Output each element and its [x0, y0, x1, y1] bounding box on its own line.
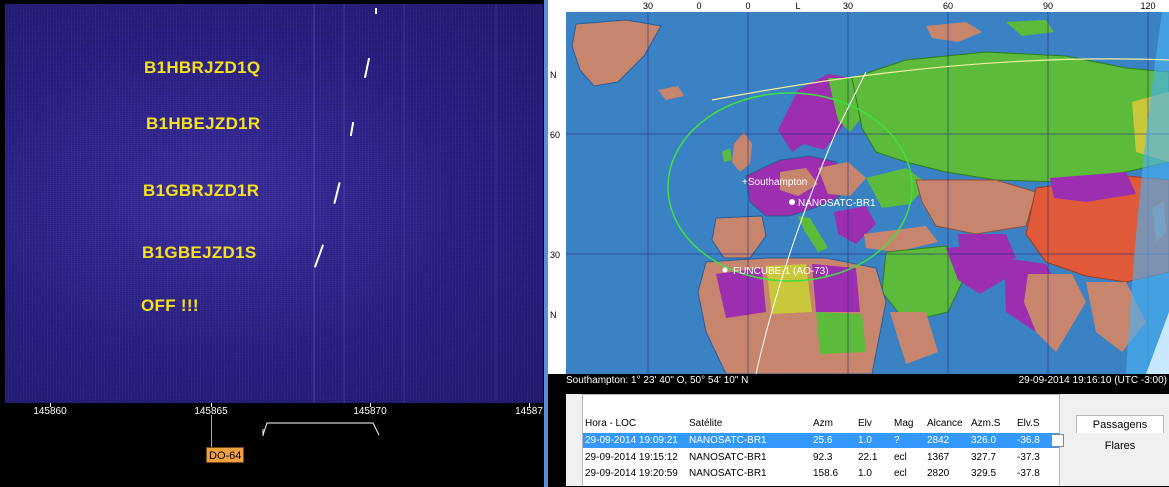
- column-header-satelite[interactable]: Satélite: [689, 416, 722, 431]
- cell-azm-s: 327.7: [971, 452, 997, 463]
- longitude-label: 30: [642, 1, 654, 11]
- observer-location-label: +Southampton: [742, 177, 807, 188]
- waterfall-display[interactable]: B1HBRJZD1Q B1HBEJZD1R B1GBRJZD1R B1GBEJZ…: [5, 4, 543, 403]
- cell-satelite: NANOSATC-BR1: [689, 468, 767, 479]
- cell-hora: 29-09-2014 19:15:12: [585, 452, 678, 463]
- latitude-label: N: [550, 70, 557, 80]
- longitude-label: 90: [1042, 1, 1054, 11]
- map-status-bar: Southampton: 1° 23' 40" O, 50° 54' 10" N…: [566, 374, 1169, 388]
- longitude-label: 0: [696, 1, 702, 11]
- latitude-label: 60: [550, 130, 561, 140]
- doppler-trace-segment: [349, 121, 355, 137]
- waterfall-carrier-line: [403, 4, 405, 403]
- freq-tick-label: 14587: [515, 406, 543, 417]
- row-select-checkbox[interactable]: [1051, 434, 1064, 447]
- satellite-tracker-panel: 30 0 0 L 30 60 90 120 N 60 30 N +Southam…: [548, 0, 1169, 487]
- decoded-callsign-label: B1GBRJZD1R: [143, 181, 260, 200]
- longitude-label: 120: [1140, 1, 1156, 11]
- column-header-azm[interactable]: Azm: [813, 416, 833, 431]
- column-header-azm-s[interactable]: Azm.S: [971, 416, 1000, 431]
- longitude-label: L: [795, 1, 801, 11]
- doppler-trace-segment: [333, 182, 341, 204]
- cell-alcance: 2820: [927, 468, 950, 479]
- column-header-elv-s[interactable]: Elv.S: [1017, 416, 1040, 431]
- freq-tick-label: 145860: [33, 406, 67, 417]
- decoded-callsign-label: B1GBEJZD1S: [142, 243, 257, 262]
- tuning-marker-label[interactable]: DO-64: [206, 447, 245, 463]
- table-header-row: Hora - LOC Satélite Azm Elv Mag Alcance …: [583, 416, 1059, 431]
- column-header-alcance[interactable]: Alcance: [927, 416, 963, 431]
- longitude-scale: 30 0 0 L 30 60 90 120: [548, 0, 1169, 12]
- doppler-trace-segment: [313, 244, 325, 268]
- decoded-callsign-label: B1HBRJZD1Q: [144, 58, 261, 77]
- column-header-hora[interactable]: Hora - LOC: [585, 416, 636, 431]
- latitude-scale: N 60 30 N: [548, 12, 566, 374]
- column-header-mag[interactable]: Mag: [894, 416, 913, 431]
- cell-azm-s: 326.0: [971, 435, 997, 446]
- waterfall-carrier-line: [313, 4, 315, 403]
- off-label: OFF !!!: [141, 296, 199, 315]
- cell-azm: 92.3: [813, 452, 833, 463]
- cell-mag: ?: [894, 435, 900, 446]
- cell-mag: ecl: [894, 468, 907, 479]
- latitude-label: 30: [550, 250, 561, 260]
- sdr-waterfall-panel: B1HBRJZD1Q B1HBEJZD1R B1GBRJZD1R B1GBEJZ…: [0, 0, 544, 487]
- passes-table[interactable]: Hora - LOC Satélite Azm Elv Mag Alcance …: [582, 394, 1064, 487]
- cell-satelite: NANOSATC-BR1: [689, 435, 767, 446]
- doppler-trace-segment: [363, 58, 371, 78]
- cell-azm: 158.6: [813, 468, 839, 479]
- cell-azm: 25.6: [813, 435, 833, 446]
- observer-coordinates: Southampton: 1° 23' 40" O, 50° 54' 10" N: [566, 375, 749, 386]
- cell-alcance: 1367: [927, 452, 950, 463]
- table-row[interactable]: 29-09-2014 19:09:21 NANOSATC-BR1 25.6 1.…: [583, 433, 1059, 448]
- world-map[interactable]: +Southampton NANOSATC-BR1 FUNCUBE-1 (AO-…: [566, 12, 1169, 374]
- cell-hora: 29-09-2014 19:20:59: [585, 468, 678, 479]
- longitude-label: 0: [745, 1, 751, 11]
- satellite-marker[interactable]: [789, 199, 795, 205]
- cell-alcance: 2842: [927, 435, 950, 446]
- latitude-label: N: [550, 310, 557, 320]
- satellite-marker[interactable]: [722, 267, 728, 273]
- freq-tick-label: 145870: [353, 406, 387, 417]
- satellite-label: NANOSATC-BR1: [798, 198, 876, 209]
- waterfall-carrier-line: [495, 4, 497, 403]
- passband-filter-shape[interactable]: [261, 419, 383, 437]
- tab-flares[interactable]: Flares: [1076, 437, 1164, 455]
- cell-hora: 29-09-2014 19:09:21: [585, 435, 678, 446]
- doppler-trace-segment: [375, 8, 377, 14]
- cell-elv-s: -37.3: [1017, 452, 1040, 463]
- app-window: B1HBRJZD1Q B1HBEJZD1R B1GBRJZD1R B1GBEJZ…: [0, 0, 1169, 487]
- table-row[interactable]: 29-09-2014 19:15:12 NANOSATC-BR1 92.3 22…: [583, 450, 1059, 465]
- current-datetime: 29-09-2014 19:16:10 (UTC -3:00): [1018, 375, 1167, 386]
- satellite-label: FUNCUBE-1 (AO-73): [733, 266, 829, 277]
- cell-mag: ecl: [894, 452, 907, 463]
- longitude-label: 60: [942, 1, 954, 11]
- tab-passagens[interactable]: Passagens: [1076, 415, 1164, 433]
- cell-elv: 22.1: [858, 452, 878, 463]
- cell-elv-s: -36.8: [1017, 435, 1040, 446]
- frequency-axis[interactable]: 145860 145865 145870 14587 DO-64: [5, 403, 543, 487]
- table-row[interactable]: 29-09-2014 19:20:59 NANOSATC-BR1 158.6 1…: [583, 466, 1059, 481]
- cell-elv: 1.0: [858, 435, 872, 446]
- waterfall-carrier-line: [343, 4, 345, 403]
- cell-elv: 1.0: [858, 468, 872, 479]
- tuning-marker-line[interactable]: [211, 415, 212, 447]
- cell-elv-s: -37.8: [1017, 468, 1040, 479]
- decoded-callsign-label: B1HBEJZD1R: [146, 114, 261, 133]
- longitude-label: 30: [842, 1, 854, 11]
- passes-panel: Hora - LOC Satélite Azm Elv Mag Alcance …: [566, 394, 1169, 487]
- column-header-elv[interactable]: Elv: [858, 416, 872, 431]
- cell-satelite: NANOSATC-BR1: [689, 452, 767, 463]
- cell-azm-s: 329.5: [971, 468, 997, 479]
